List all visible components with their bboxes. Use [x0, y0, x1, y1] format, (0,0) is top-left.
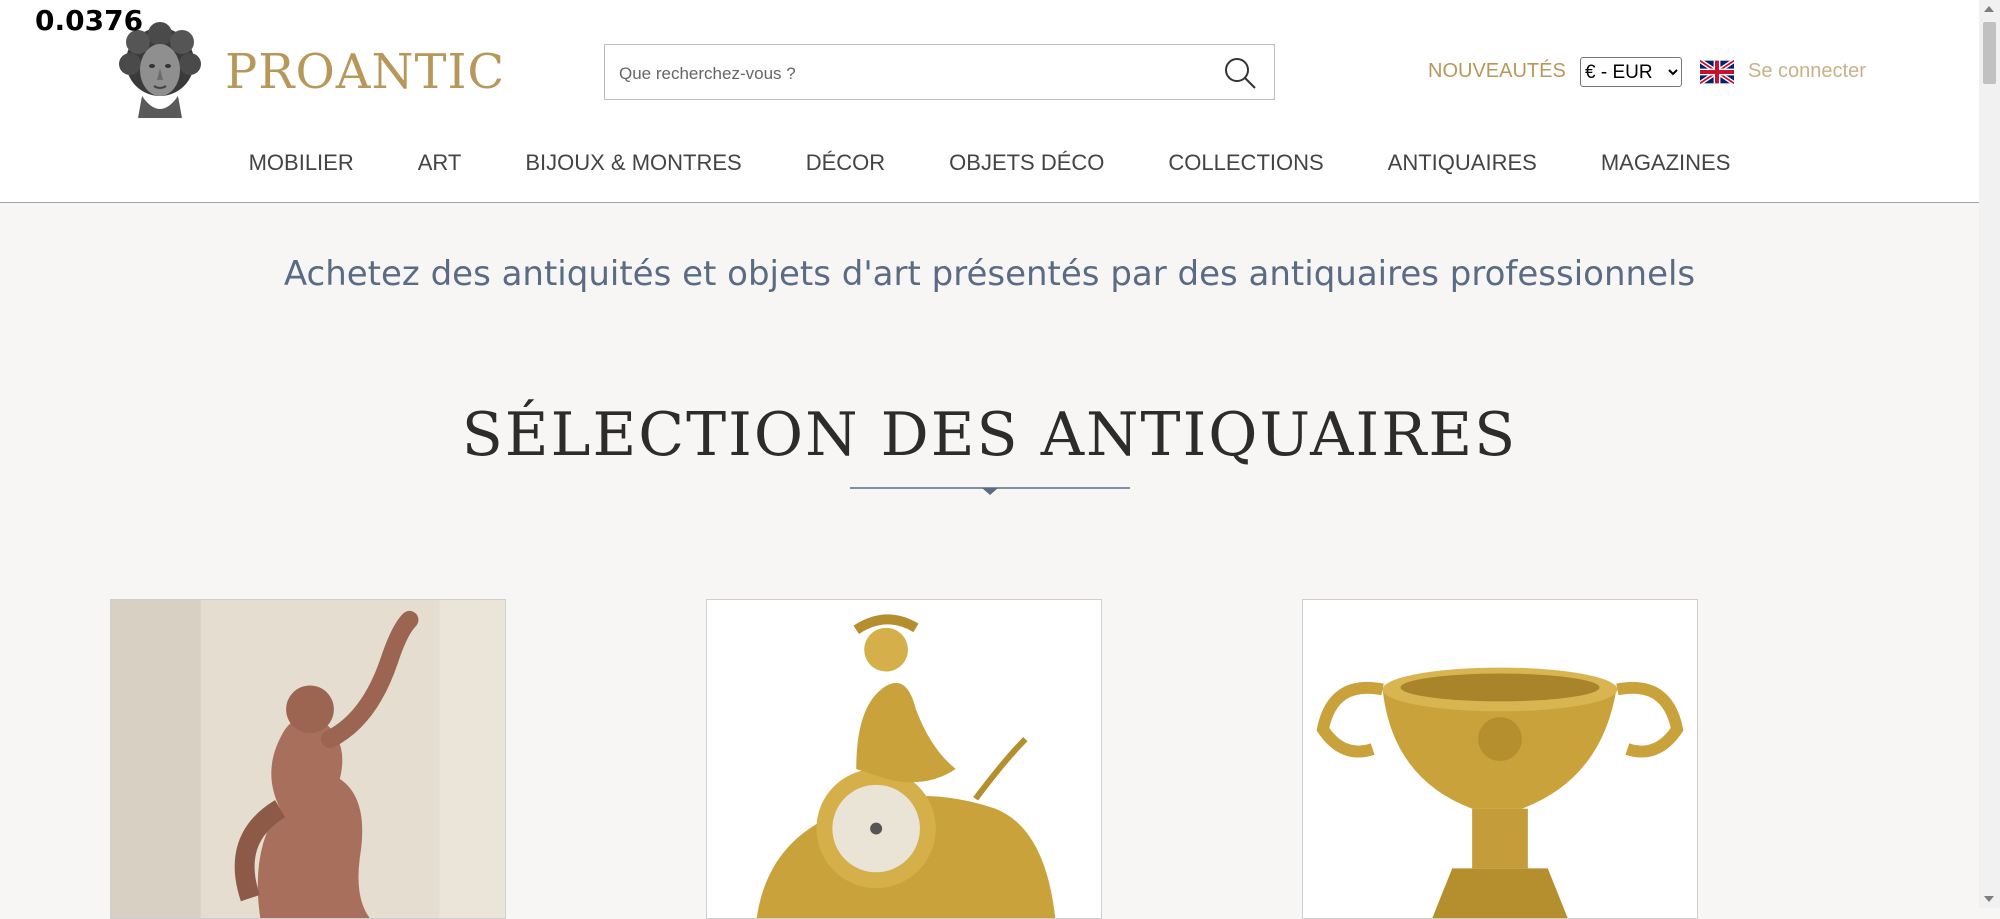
section-title: SÉLECTION DES ANTIQUAIRES	[461, 400, 1518, 470]
product-card-1[interactable]	[110, 599, 506, 919]
page-tagline: Achetez des antiquités et objets d'art p…	[283, 254, 1696, 294]
gilt-bronze-clock-image	[707, 600, 1101, 918]
nav-item-mobilier[interactable]: MOBILIER	[217, 148, 386, 182]
nav-item-collections[interactable]: COLLECTIONS	[1136, 148, 1355, 182]
scroll-up-icon[interactable]	[1984, 6, 1994, 12]
scroll-thumb[interactable]	[1983, 22, 1996, 84]
uk-flag-icon[interactable]	[1700, 60, 1734, 84]
search-icon[interactable]	[1222, 55, 1258, 91]
search-input[interactable]	[617, 59, 1201, 89]
nav-item-antiquaires[interactable]: ANTIQUAIRES	[1356, 148, 1569, 182]
search-bar	[604, 44, 1275, 100]
terracotta-sculpture-image	[111, 600, 505, 918]
nav-item-magazines[interactable]: MAGAZINES	[1569, 148, 1763, 182]
vertical-scrollbar[interactable]	[1979, 0, 2000, 908]
overlay-number: 0.0376	[35, 4, 144, 37]
nouveautes-link[interactable]: NOUVEAUTÉS	[1428, 60, 1566, 83]
nav-item-objets-deco[interactable]: OBJETS DÉCO	[917, 148, 1136, 182]
main-nav: MOBILIER ART BIJOUX & MONTRES DÉCOR OBJE…	[0, 148, 1979, 182]
gilt-bronze-vase-image	[1303, 600, 1697, 918]
site-header: PROANTIC NOUVEAUTÉS € - EUR Se connecter…	[0, 0, 1979, 203]
product-card-3[interactable]	[1302, 599, 1698, 919]
nav-item-decor[interactable]: DÉCOR	[774, 148, 917, 182]
nav-item-art[interactable]: ART	[386, 148, 494, 182]
title-divider	[850, 487, 1130, 495]
product-card-2[interactable]	[706, 599, 1102, 919]
currency-select[interactable]: € - EUR	[1580, 57, 1682, 87]
login-link[interactable]: Se connecter	[1748, 60, 1866, 83]
brand-logo-text[interactable]: PROANTIC	[225, 44, 505, 100]
nav-item-bijoux-montres[interactable]: BIJOUX & MONTRES	[493, 148, 773, 182]
scroll-down-icon[interactable]	[1984, 896, 1994, 902]
